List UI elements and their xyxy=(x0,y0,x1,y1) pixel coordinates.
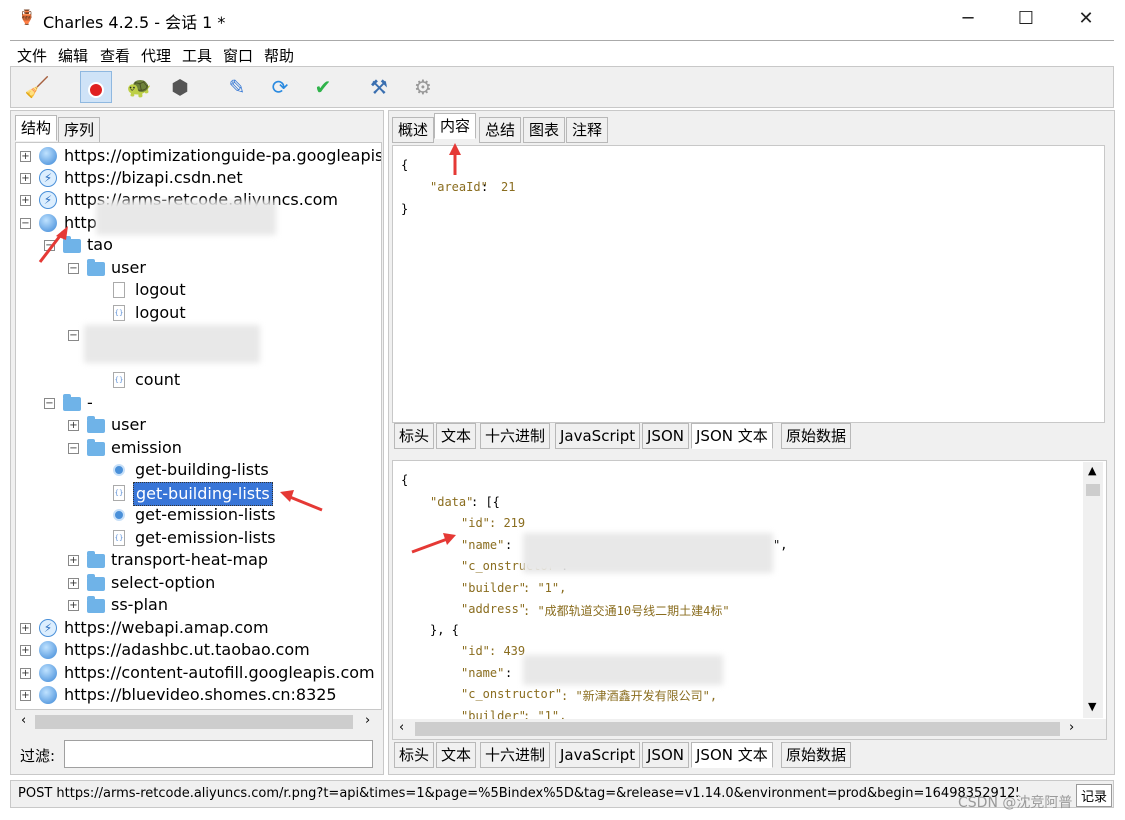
arrow-icon xyxy=(449,143,461,155)
arrow-icon xyxy=(411,536,451,554)
annotation-arrows xyxy=(38,143,461,554)
arrow-icon xyxy=(280,490,294,502)
